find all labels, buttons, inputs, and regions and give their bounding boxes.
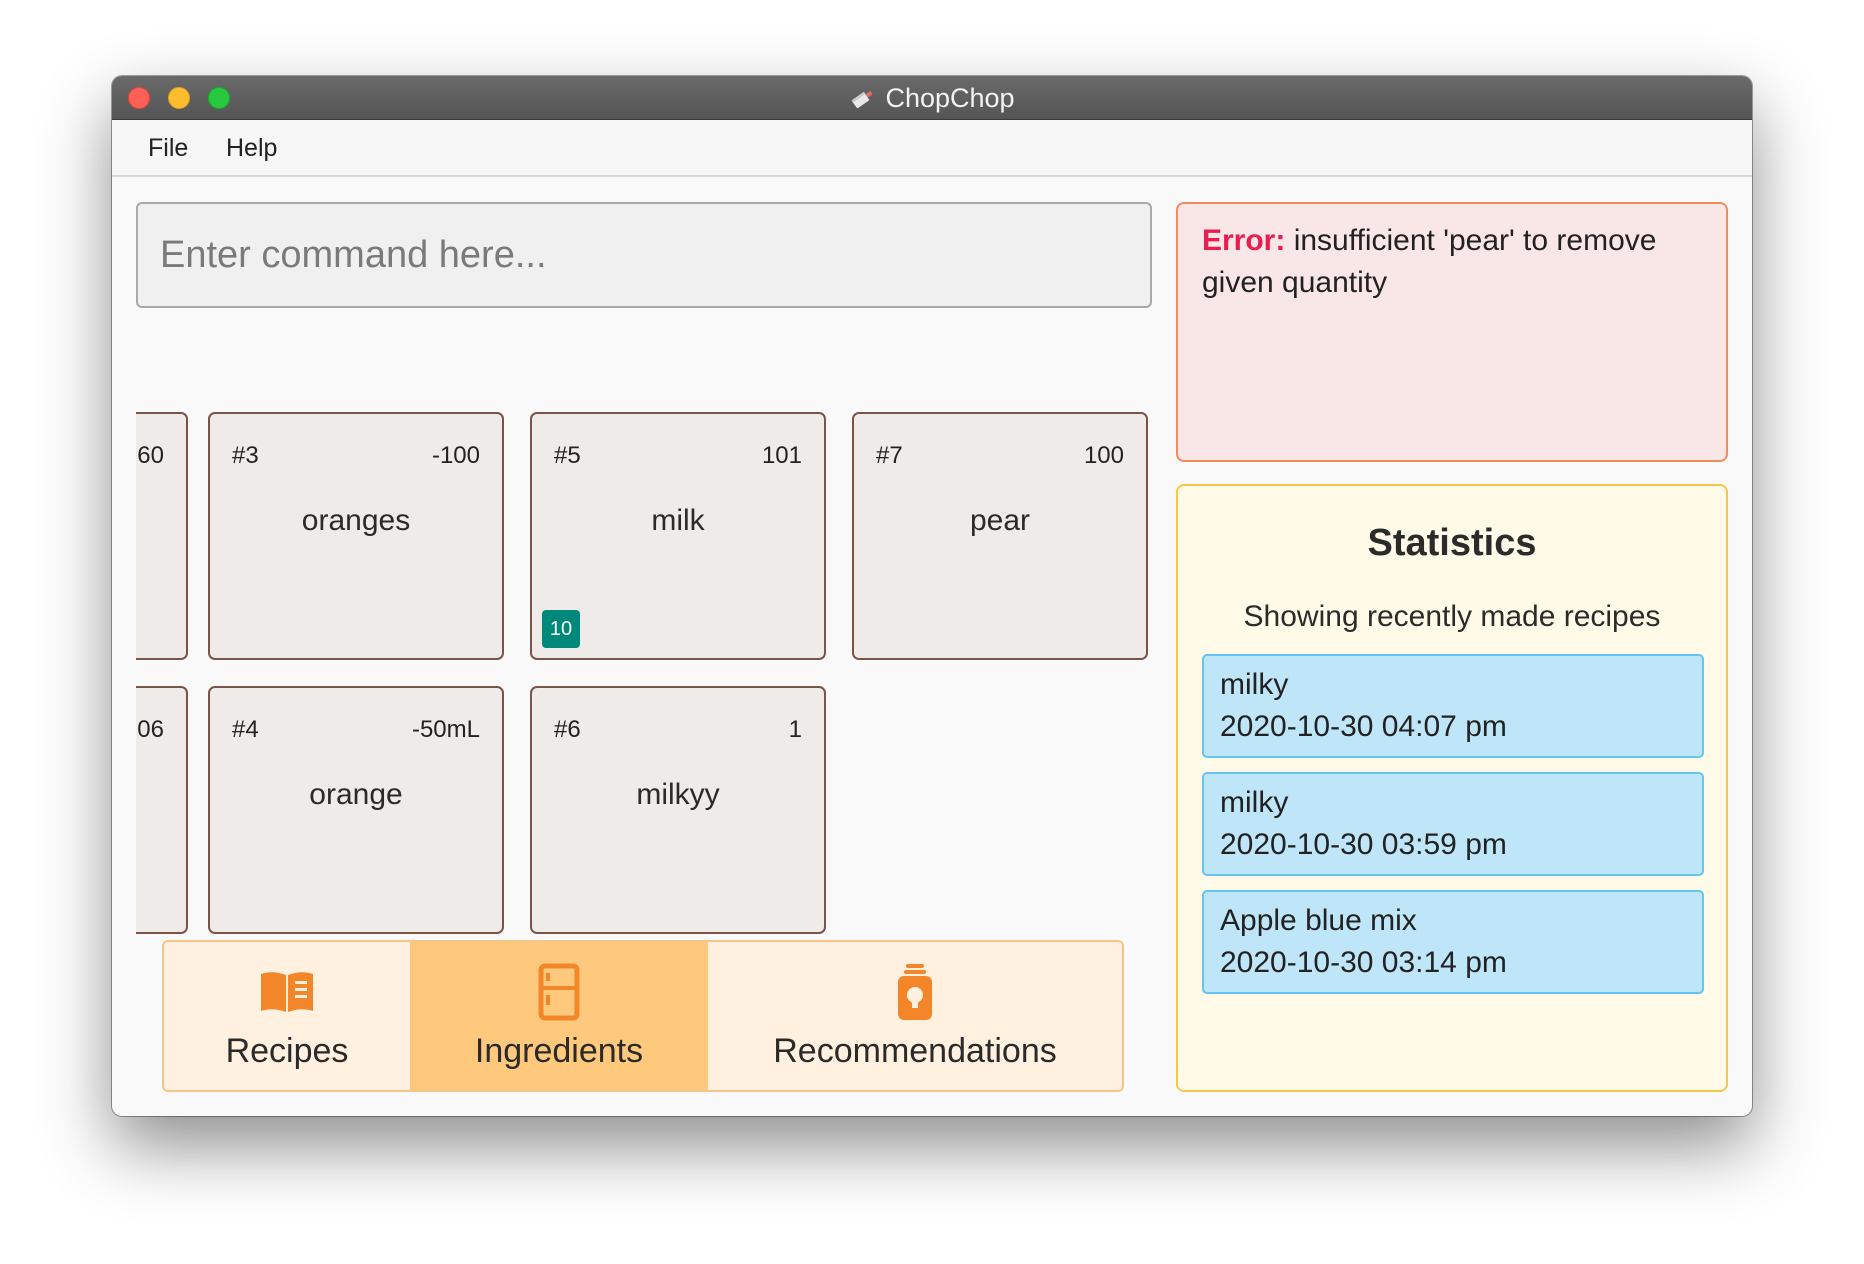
command-input[interactable]: Enter command here... [136, 202, 1152, 308]
ingredient-card[interactable]: #4 -50mL orange [208, 686, 504, 934]
window-title: ChopChop [885, 82, 1015, 113]
ingredient-grid: 60 #3 -100 oranges #5 101 milk 10 #7 100… [136, 334, 1156, 944]
lightbulb-jar-icon [898, 964, 932, 1020]
ingredient-quantity: 1 [788, 716, 802, 743]
expiry-badge: 10 [542, 610, 580, 648]
error-display: Error: insufficient 'pear' to remove giv… [1176, 202, 1728, 462]
ingredient-card[interactable]: #5 101 milk 10 [530, 412, 826, 660]
ingredient-quantity: 100 [1083, 442, 1124, 469]
menu-file[interactable]: File [148, 120, 188, 177]
tab-recipes[interactable]: Recipes [164, 942, 410, 1090]
recent-recipe-time: 2020-10-30 03:14 pm [1220, 946, 1507, 979]
ingredient-quantity: -100 [431, 442, 480, 469]
title-bar: ChopChop [112, 76, 1752, 120]
menu-help[interactable]: Help [226, 120, 277, 177]
recent-recipe-name: Apple blue mix [1220, 904, 1417, 937]
ingredient-card[interactable]: #3 -100 oranges [208, 412, 504, 660]
ingredient-card[interactable]: 06 [136, 686, 188, 934]
ingredient-card[interactable]: #7 100 pear [852, 412, 1148, 660]
tab-recommendations-label: Recommendations [773, 1032, 1057, 1070]
ingredient-index: #5 [554, 442, 581, 469]
recent-recipe-name: milky [1220, 786, 1289, 819]
ingredient-name: milkyy [636, 778, 720, 811]
ingredient-name: pear [969, 504, 1031, 537]
ingredient-name: milk [651, 504, 705, 537]
statistics-panel: Statistics Showing recently made recipes… [1176, 484, 1728, 1092]
ingredient-card[interactable]: 60 [136, 412, 188, 660]
error-label: Error: [1202, 224, 1286, 257]
ingredient-quantity: 06 [137, 716, 164, 743]
menu-bar: File Help [112, 120, 1752, 177]
recent-recipe-time: 2020-10-30 04:07 pm [1220, 710, 1507, 743]
ingredient-name: orange [309, 778, 403, 811]
recent-recipe-time: 2020-10-30 03:59 pm [1220, 828, 1507, 861]
tab-ingredients[interactable]: Ingredients [410, 942, 708, 1090]
fridge-icon [538, 963, 580, 1021]
recent-recipe-item[interactable]: milky 2020-10-30 03:59 pm [1202, 772, 1704, 876]
tab-ingredients-label: Ingredients [474, 1032, 644, 1070]
ingredient-name: oranges [301, 504, 411, 537]
recent-recipe-name: milky [1220, 668, 1289, 701]
cleaver-icon [851, 91, 873, 109]
ingredient-quantity: 60 [137, 442, 164, 469]
ingredient-quantity: -50mL [411, 716, 480, 743]
book-icon [261, 972, 313, 1012]
ingredient-card[interactable]: #6 1 milkyy [530, 686, 826, 934]
app-window: ChopChop File Help Enter command here...… [112, 76, 1752, 1116]
ingredient-index: #7 [876, 442, 903, 469]
tab-bar: Recipes Ingredients Recommendations [162, 940, 1124, 1092]
recent-recipe-item[interactable]: Apple blue mix 2020-10-30 03:14 pm [1202, 890, 1704, 994]
ingredient-quantity: 101 [761, 442, 802, 469]
ingredient-index: #3 [232, 442, 259, 469]
tab-recommendations[interactable]: Recommendations [708, 942, 1122, 1090]
ingredient-index: #6 [554, 716, 581, 743]
recent-recipe-item[interactable]: milky 2020-10-30 04:07 pm [1202, 654, 1704, 758]
statistics-subtitle: Showing recently made recipes [1243, 600, 1661, 633]
ingredient-index: #4 [232, 716, 259, 743]
statistics-title: Statistics [1367, 522, 1537, 564]
tab-recipes-label: Recipes [225, 1032, 349, 1070]
